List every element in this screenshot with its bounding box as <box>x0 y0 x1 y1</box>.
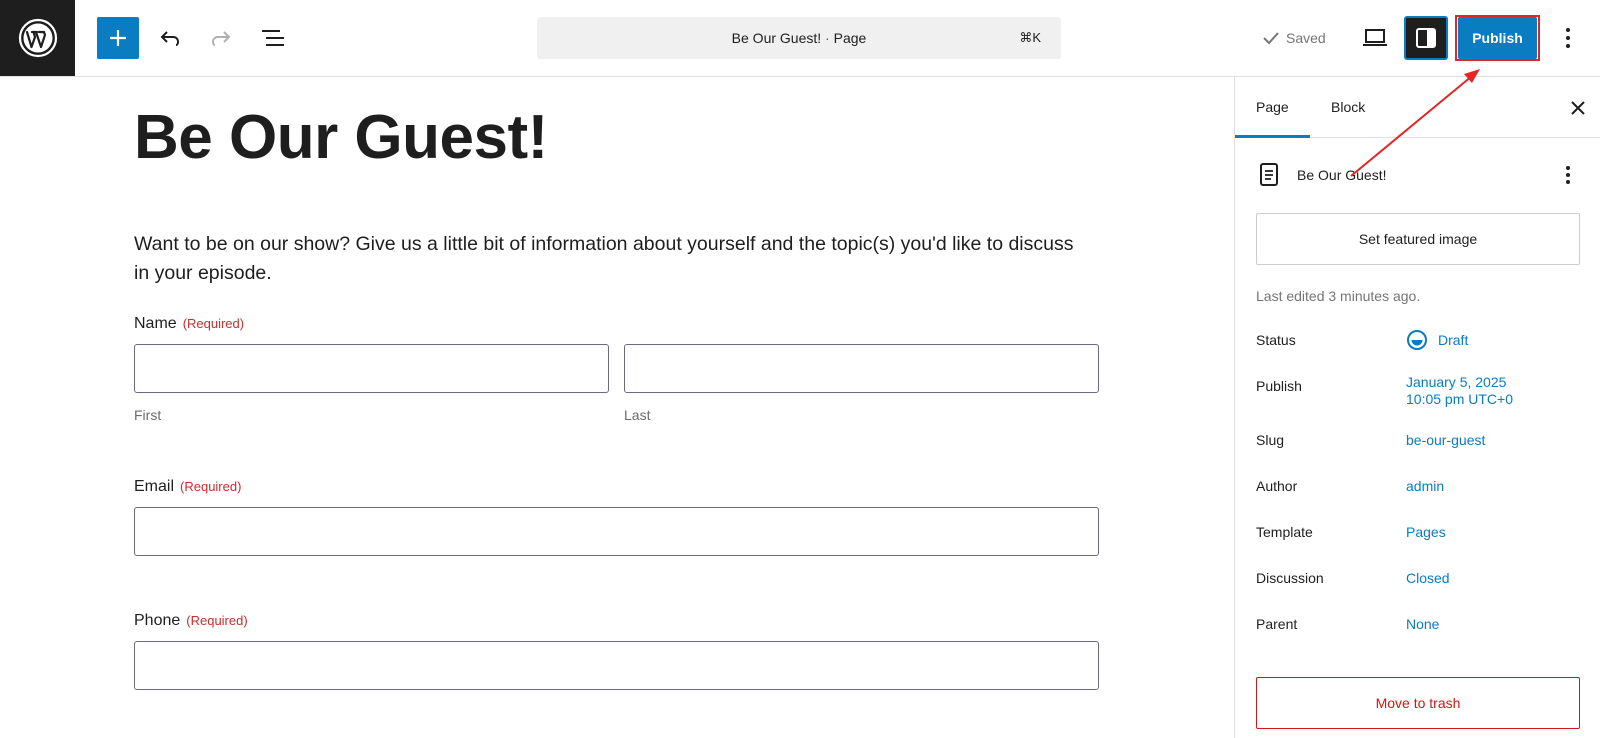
list-view-icon <box>262 30 284 46</box>
settings-toggle-button[interactable] <box>1404 16 1448 60</box>
author-value[interactable]: admin <box>1406 478 1444 495</box>
page-icon <box>1260 163 1278 186</box>
phone-field-label: Phone (Required) <box>134 612 248 630</box>
title-separator: · <box>825 30 830 46</box>
sidebar-icon <box>1416 28 1436 48</box>
laptop-icon <box>1363 29 1387 46</box>
phone-required-marker: (Required) <box>186 613 248 628</box>
status-value-button[interactable]: Draft <box>1406 329 1468 351</box>
wordpress-logo-button[interactable] <box>0 0 75 76</box>
name-required-marker: (Required) <box>182 316 245 331</box>
publish-date-button[interactable]: January 5, 2025 10:05 pm UTC+0 <box>1406 374 1513 408</box>
last-name-input[interactable] <box>624 344 1099 393</box>
email-input[interactable] <box>134 507 1099 556</box>
document-overview-button[interactable] <box>253 18 293 58</box>
command-palette-bar[interactable]: Be Our Guest! · Page ⌘K <box>537 17 1061 59</box>
name-label-text: Name <box>134 315 177 332</box>
page-title[interactable]: Be Our Guest! <box>134 102 548 173</box>
sidebar-doc-title: Be Our Guest! <box>1297 167 1387 183</box>
name-field-label: Name (Required) <box>134 315 244 333</box>
parent-value[interactable]: None <box>1406 616 1439 633</box>
publish-label: Publish <box>1256 378 1302 394</box>
move-to-trash-button[interactable]: Move to trash <box>1256 677 1580 729</box>
email-field-label: Email (Required) <box>134 478 241 496</box>
redo-button[interactable] <box>201 18 241 58</box>
tab-block[interactable]: Block <box>1331 77 1365 138</box>
email-label-text: Email <box>134 478 175 495</box>
document-title: Be Our Guest! <box>731 30 822 46</box>
close-icon <box>1571 101 1585 115</box>
wordpress-logo-icon <box>18 18 57 58</box>
undo-icon <box>160 31 180 46</box>
template-label: Template <box>1256 524 1313 540</box>
editor-canvas[interactable]: Be Our Guest! Want to be on our show? Gi… <box>0 77 1234 738</box>
last-name-sublabel: Last <box>624 407 651 423</box>
publish-date: January 5, 2025 <box>1406 374 1507 390</box>
template-value[interactable]: Pages <box>1406 524 1446 541</box>
publish-time: 10:05 pm UTC+0 <box>1406 391 1513 407</box>
slug-label: Slug <box>1256 432 1285 448</box>
discussion-value[interactable]: Closed <box>1406 570 1450 587</box>
author-label: Author <box>1256 478 1298 494</box>
keyboard-shortcut-hint: ⌘K <box>1019 30 1041 45</box>
close-sidebar-button[interactable] <box>1565 95 1591 121</box>
saved-indicator: Saved <box>1262 26 1326 50</box>
preview-button[interactable] <box>1355 18 1395 58</box>
set-featured-image-button[interactable]: Set featured image <box>1256 213 1580 265</box>
discussion-label: Discussion <box>1256 570 1324 586</box>
block-inserter-button[interactable] <box>97 17 139 59</box>
parent-label: Parent <box>1256 616 1298 632</box>
editor-header: Be Our Guest! · Page ⌘K Saved Publish <box>0 0 1600 77</box>
email-required-marker: (Required) <box>180 479 242 494</box>
draft-status-icon <box>1407 330 1427 350</box>
tab-page[interactable]: Page <box>1256 77 1289 138</box>
doc-actions-button[interactable] <box>1555 162 1581 188</box>
status-value: Draft <box>1438 331 1469 348</box>
phone-input[interactable] <box>134 641 1099 690</box>
status-label: Status <box>1256 332 1296 348</box>
undo-button[interactable] <box>150 18 190 58</box>
more-vertical-icon <box>1566 166 1570 184</box>
document-summary: Be Our Guest! <box>1256 160 1581 190</box>
slug-value[interactable]: be-our-guest <box>1406 432 1485 449</box>
check-icon <box>1263 32 1279 45</box>
settings-sidebar: Page Block Be Our Guest! Set featured im… <box>1234 77 1600 738</box>
sidebar-tabs: Page Block <box>1235 77 1600 138</box>
intro-paragraph[interactable]: Want to be on our show? Give us a little… <box>134 230 1094 288</box>
document-type: Page <box>833 30 867 46</box>
phone-label-text: Phone <box>134 612 181 629</box>
saved-label: Saved <box>1286 30 1326 46</box>
document-title-bar: Be Our Guest! · Page <box>537 17 1061 59</box>
options-menu-button[interactable] <box>1550 18 1586 58</box>
publish-button[interactable]: Publish <box>1458 17 1537 59</box>
first-name-sublabel: First <box>134 407 162 423</box>
more-vertical-icon <box>1566 28 1570 48</box>
last-edited-text: Last edited 3 minutes ago. <box>1256 288 1421 304</box>
redo-icon <box>211 31 231 46</box>
first-name-input[interactable] <box>134 344 609 393</box>
active-tab-indicator <box>1235 135 1310 138</box>
plus-icon <box>110 30 126 46</box>
